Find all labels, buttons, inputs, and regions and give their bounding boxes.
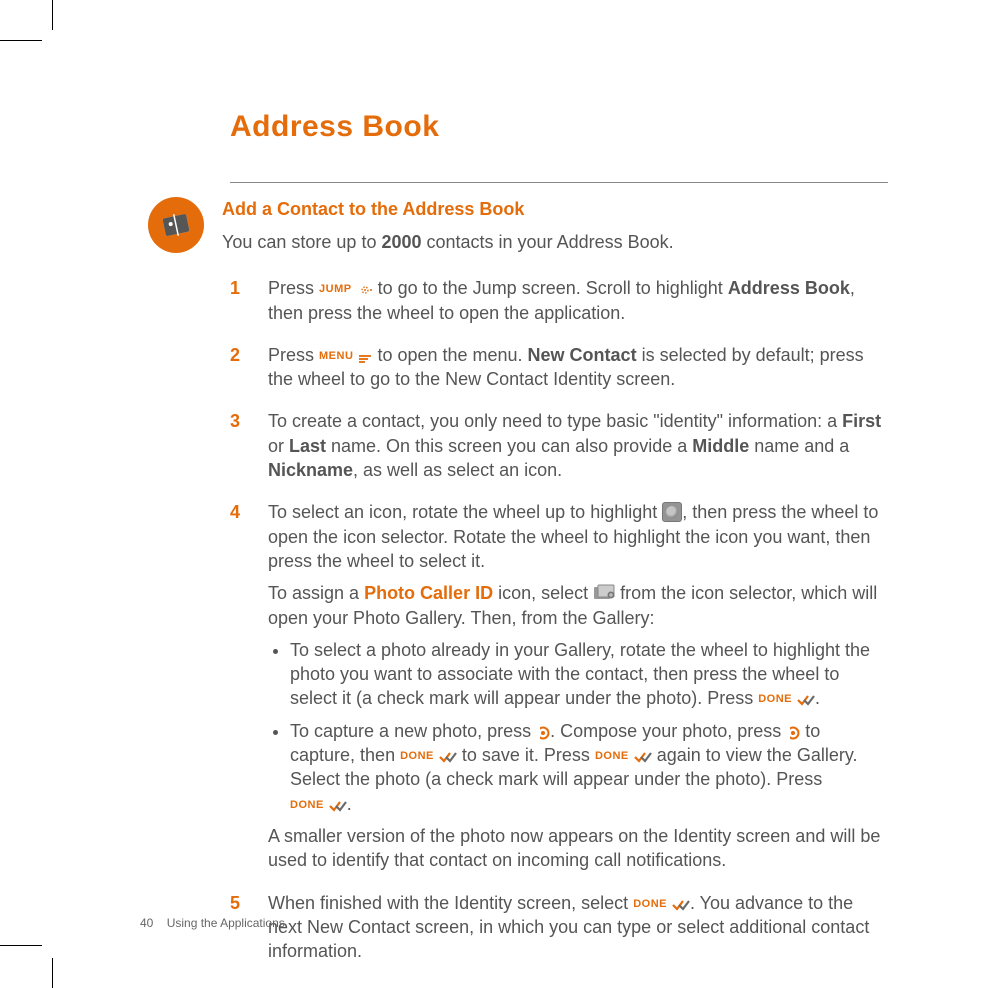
step-number: 3	[230, 409, 244, 490]
crop-mark	[52, 0, 53, 30]
crop-mark	[52, 958, 53, 988]
jump-label: JUMP	[319, 283, 352, 295]
step-number: 2	[230, 343, 244, 400]
page-footer: 40 Using the Applications	[140, 916, 285, 930]
divider	[230, 182, 888, 183]
done-check-icon	[672, 899, 690, 911]
done-check-icon	[797, 694, 815, 706]
d-button-icon	[786, 726, 800, 740]
step-item: 2 Press MENU to open the menu. New Conta…	[230, 343, 888, 400]
page-title: Address Book	[230, 110, 888, 144]
step-item: 1 Press JUMP to go to the Jump screen. S…	[230, 276, 888, 333]
menu-label: MENU	[319, 350, 353, 362]
crop-mark	[0, 945, 42, 946]
d-button-icon	[536, 726, 550, 740]
step-number: 4	[230, 500, 244, 880]
jump-icon	[357, 283, 373, 297]
menu-icon	[358, 354, 372, 364]
step-item: 4 To select an icon, rotate the wheel up…	[230, 500, 888, 880]
step-item: 3 To create a contact, you only need to …	[230, 409, 888, 490]
step-item: 5 When finished with the Identity screen…	[230, 891, 888, 972]
done-label: DONE	[758, 693, 792, 705]
section-heading: Add a Contact to the Address Book	[222, 199, 888, 220]
intro-text: You can store up to 2000 contacts in you…	[222, 230, 888, 254]
done-label: DONE	[633, 897, 667, 909]
photo-gallery-icon	[593, 584, 615, 602]
crop-mark	[0, 40, 42, 41]
icon-placeholder-icon	[662, 502, 682, 522]
bullet-item: To select a photo already in your Galler…	[290, 638, 888, 711]
step-number: 5	[230, 891, 244, 972]
bullet-item: To capture a new photo, press . Compose …	[290, 719, 888, 816]
address-book-badge-icon	[148, 197, 204, 253]
step-number: 1	[230, 276, 244, 333]
